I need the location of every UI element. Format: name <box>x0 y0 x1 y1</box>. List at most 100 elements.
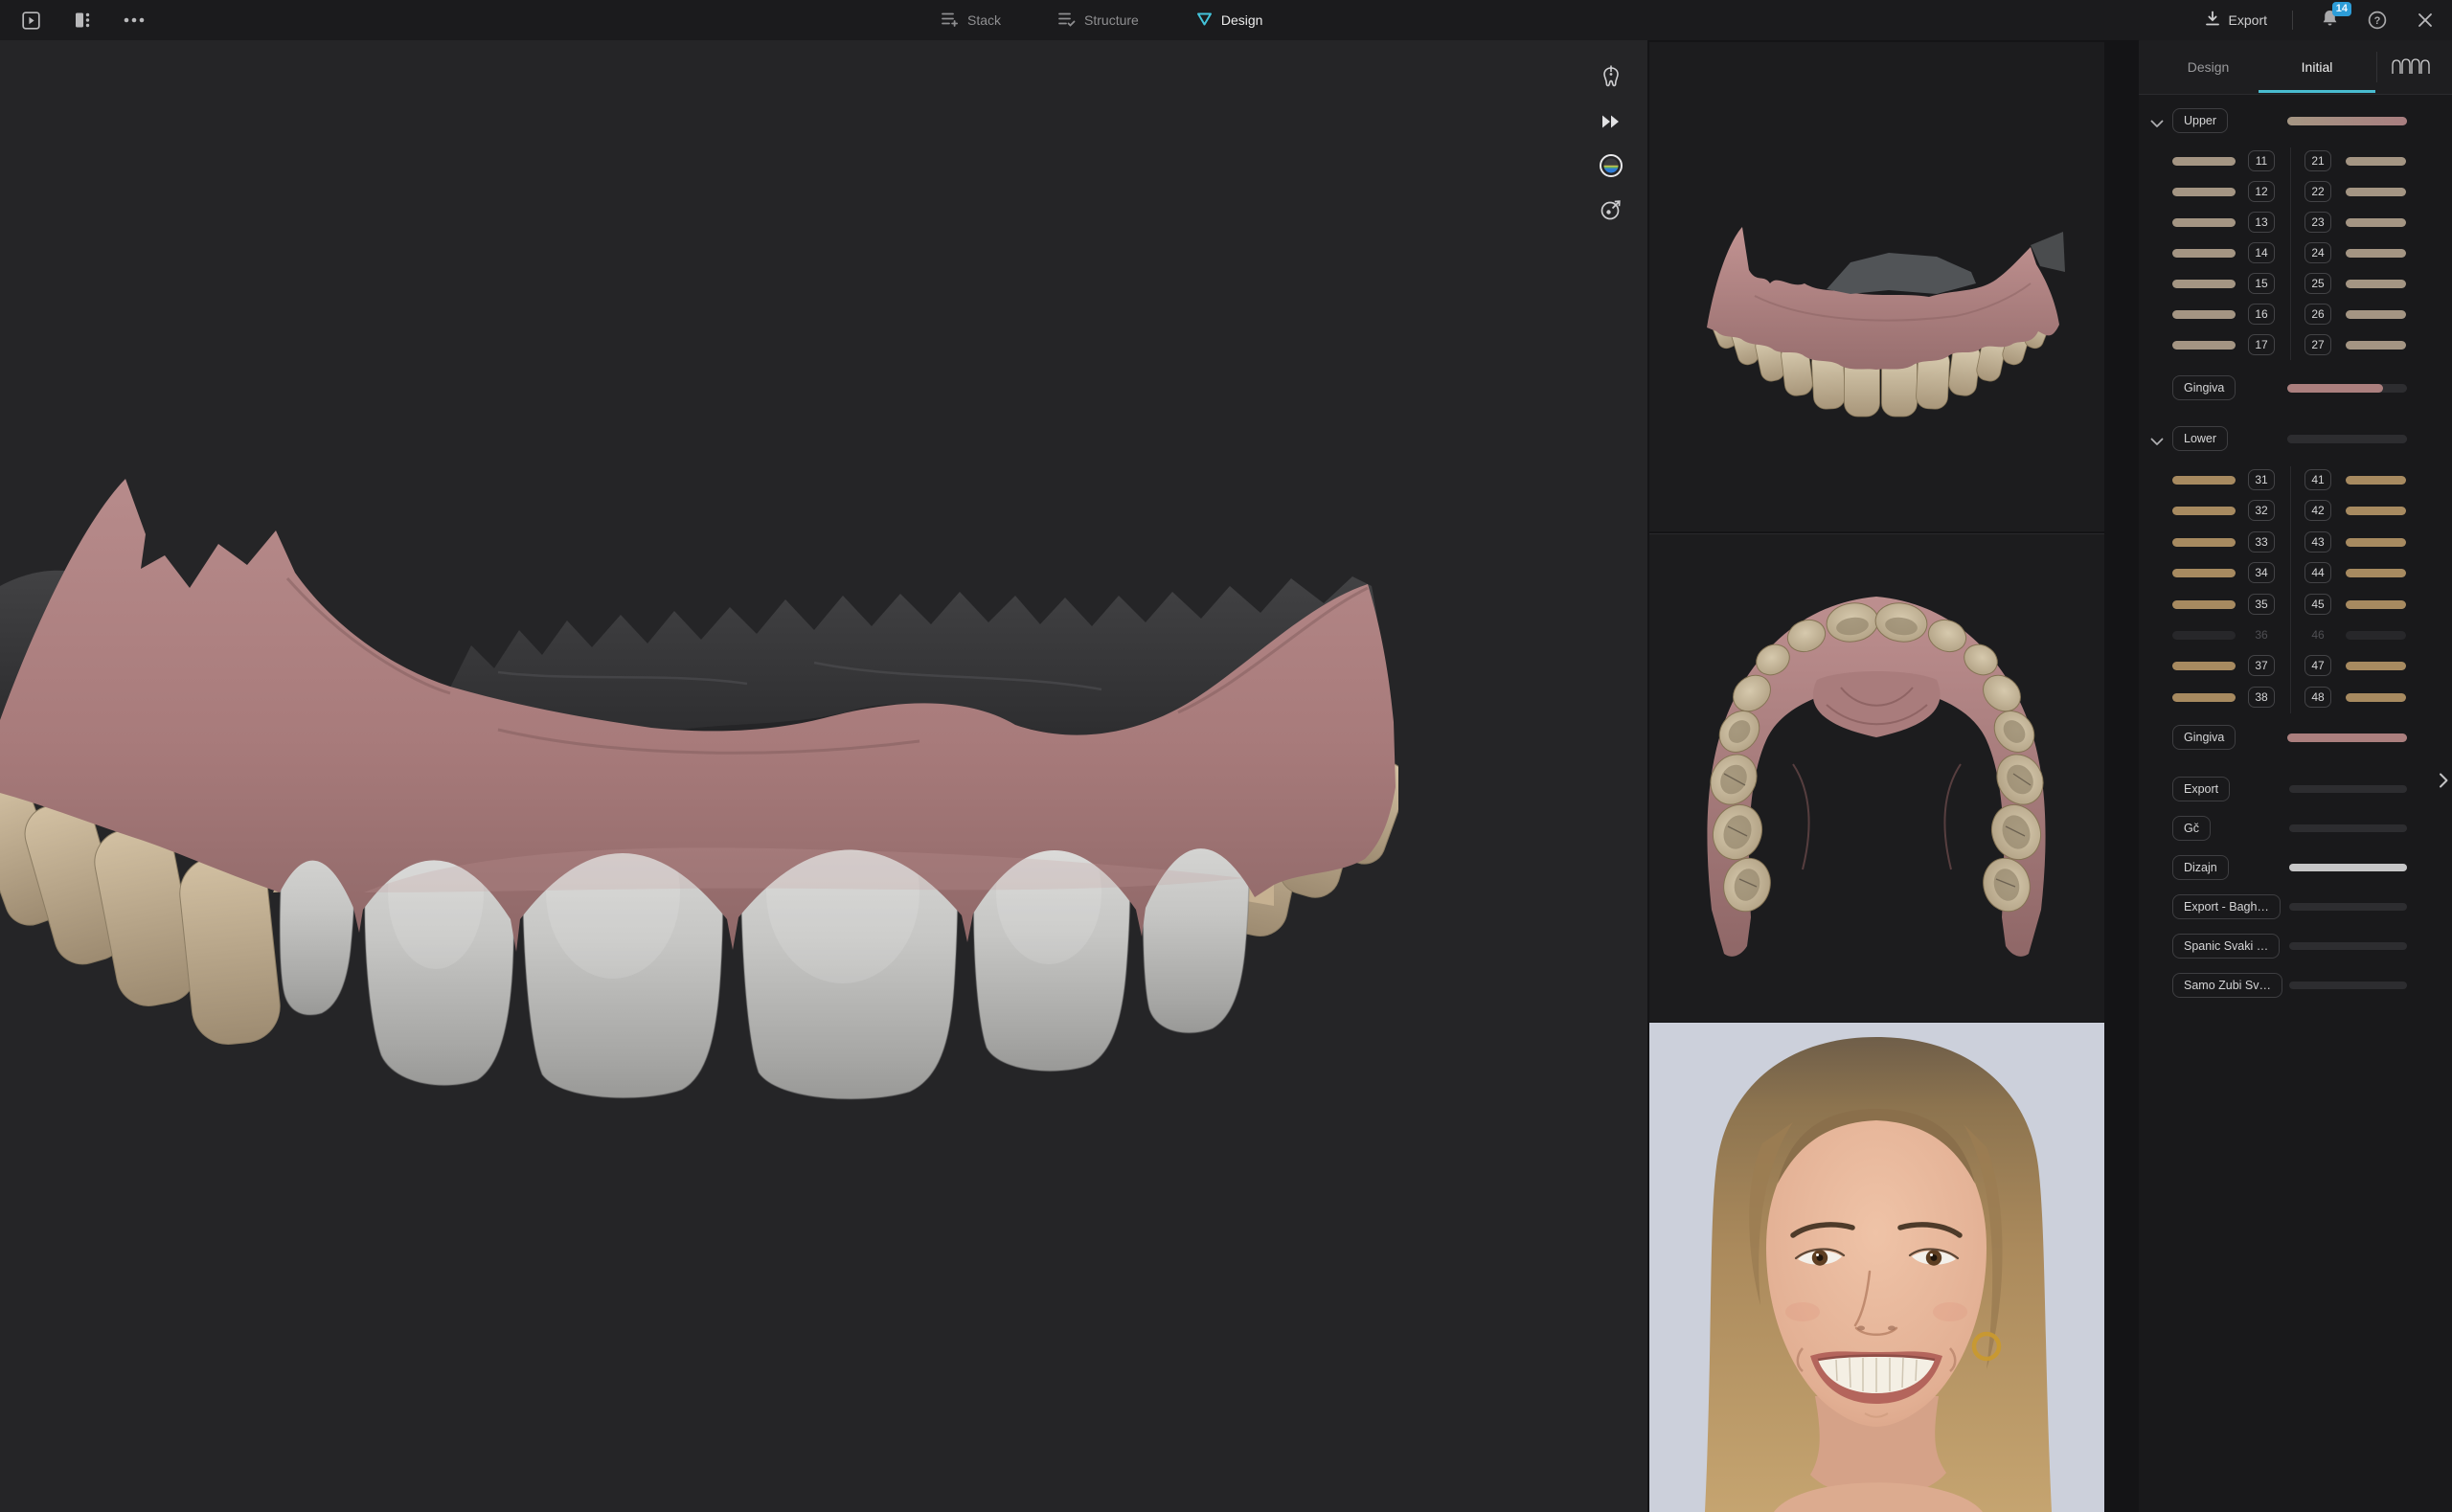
tooth-badge-26[interactable]: 26 <box>2304 304 2331 325</box>
tooth-slider-14[interactable] <box>2172 249 2236 258</box>
tooth-slider-35[interactable] <box>2172 600 2236 609</box>
preview-occlusal[interactable] <box>1649 533 2104 1022</box>
tooth-badge-42[interactable]: 42 <box>2304 500 2331 521</box>
tooth-badge-32[interactable]: 32 <box>2248 500 2275 521</box>
preset-button-spanic-svaki[interactable]: Spanic Svaki … <box>2172 934 2280 959</box>
preset-button-dizajn[interactable]: Dizajn <box>2172 855 2229 880</box>
preset-button-samo-zubi-sv[interactable]: Samo Zubi Sv… <box>2172 973 2282 998</box>
preset-slider-spanic-svaki[interactable] <box>2289 942 2407 950</box>
tooth-badge-48[interactable]: 48 <box>2304 687 2331 708</box>
tooth-slider-15[interactable] <box>2172 280 2236 288</box>
tooth-slider-12[interactable] <box>2172 188 2236 196</box>
tab-design[interactable]: Design <box>1196 11 1263 30</box>
gingiva-button-lower[interactable]: Gingiva <box>2172 725 2236 750</box>
tooth-slider-37[interactable] <box>2172 662 2236 670</box>
tooth-badge-33[interactable]: 33 <box>2248 531 2275 553</box>
group-collapse-chevron-upper[interactable] <box>2150 116 2164 124</box>
tooth-badge-16[interactable]: 16 <box>2248 304 2275 325</box>
tooth-badge-12[interactable]: 12 <box>2248 181 2275 202</box>
gingiva-slider-upper[interactable] <box>2287 384 2407 393</box>
tooth-badge-14[interactable]: 14 <box>2248 242 2275 263</box>
tooth-slider-26[interactable] <box>2346 310 2406 319</box>
play-window-icon[interactable] <box>19 9 42 32</box>
tooth-slider-25[interactable] <box>2346 280 2406 288</box>
fast-forward-icon[interactable] <box>1599 109 1623 134</box>
gingiva-slider-lower[interactable] <box>2287 733 2407 742</box>
tooth-slider-16[interactable] <box>2172 310 2236 319</box>
close-button[interactable] <box>2414 9 2437 32</box>
tooth-slider-34[interactable] <box>2172 569 2236 577</box>
tooth-slider-45[interactable] <box>2346 600 2406 609</box>
tooth-slider-27[interactable] <box>2346 341 2406 350</box>
tooth-badge-31[interactable]: 31 <box>2248 469 2275 490</box>
preview-upper-front[interactable] <box>1649 42 2104 531</box>
preset-slider-g[interactable] <box>2289 824 2407 832</box>
tooth-slider-41[interactable] <box>2346 476 2406 485</box>
tooth-slider-22[interactable] <box>2346 188 2406 196</box>
tooth-badge-17[interactable]: 17 <box>2248 334 2275 355</box>
group-slider-upper[interactable] <box>2287 117 2407 125</box>
tooth-slider-36[interactable] <box>2172 631 2236 640</box>
teeth-arch-icon[interactable] <box>2390 54 2432 80</box>
panel-expand-chevron[interactable] <box>2436 770 2451 791</box>
storyboard-icon[interactable] <box>71 9 94 32</box>
tooth-slider-44[interactable] <box>2346 569 2406 577</box>
gingiva-button-upper[interactable]: Gingiva <box>2172 375 2236 400</box>
main-3d-viewport[interactable] <box>0 40 1647 1512</box>
tooth-slider-32[interactable] <box>2172 507 2236 515</box>
preset-button-g[interactable]: Gč <box>2172 816 2211 841</box>
group-button-upper[interactable]: Upper <box>2172 108 2228 133</box>
tooth-slider-11[interactable] <box>2172 157 2236 166</box>
tooth-slider-23[interactable] <box>2346 218 2406 227</box>
tooth-badge-43[interactable]: 43 <box>2304 531 2331 553</box>
tooth-badge-13[interactable]: 13 <box>2248 212 2275 233</box>
tooth-badge-23[interactable]: 23 <box>2304 212 2331 233</box>
panel-tab-initial[interactable]: Initial <box>2259 40 2375 94</box>
tooth-badge-27[interactable]: 27 <box>2304 334 2331 355</box>
tooth-badge-25[interactable]: 25 <box>2304 273 2331 294</box>
tooth-badge-24[interactable]: 24 <box>2304 242 2331 263</box>
orbit-pointer-icon[interactable] <box>1599 197 1623 222</box>
more-options-icon[interactable] <box>123 9 146 32</box>
tooth-slider-38[interactable] <box>2172 693 2236 702</box>
tooth-badge-22[interactable]: 22 <box>2304 181 2331 202</box>
tooth-badge-47[interactable]: 47 <box>2304 655 2331 676</box>
tooth-slider-46[interactable] <box>2346 631 2406 640</box>
export-button[interactable]: Export <box>2205 11 2267 30</box>
tooth-badge-44[interactable]: 44 <box>2304 562 2331 583</box>
preset-slider-export-bagh[interactable] <box>2289 903 2407 911</box>
tooth-badge-15[interactable]: 15 <box>2248 273 2275 294</box>
tooth-slider-42[interactable] <box>2346 507 2406 515</box>
tooth-badge-34[interactable]: 34 <box>2248 562 2275 583</box>
tooth-badge-11[interactable]: 11 <box>2248 150 2275 171</box>
preset-slider-dizajn[interactable] <box>2289 864 2407 871</box>
group-button-lower[interactable]: Lower <box>2172 426 2228 451</box>
patient-photo[interactable] <box>1649 1023 2104 1512</box>
tooth-inspect-icon[interactable] <box>1599 65 1623 90</box>
tooth-slider-43[interactable] <box>2346 538 2406 547</box>
tooth-slider-17[interactable] <box>2172 341 2236 350</box>
preset-button-export[interactable]: Export <box>2172 777 2230 801</box>
tooth-slider-21[interactable] <box>2346 157 2406 166</box>
tooth-badge-21[interactable]: 21 <box>2304 150 2331 171</box>
tooth-badge-38[interactable]: 38 <box>2248 687 2275 708</box>
tooth-slider-33[interactable] <box>2172 538 2236 547</box>
tooth-badge-41[interactable]: 41 <box>2304 469 2331 490</box>
tooth-slider-47[interactable] <box>2346 662 2406 670</box>
help-button[interactable]: ? <box>2366 9 2389 32</box>
group-slider-lower[interactable] <box>2287 435 2407 443</box>
tab-structure[interactable]: Structure <box>1058 11 1139 30</box>
tooth-badge-35[interactable]: 35 <box>2248 594 2275 615</box>
group-collapse-chevron-lower[interactable] <box>2150 434 2164 442</box>
preset-slider-samo-zubi-sv[interactable] <box>2289 982 2407 989</box>
tab-stack[interactable]: Stack <box>942 11 1001 30</box>
tooth-slider-48[interactable] <box>2346 693 2406 702</box>
preset-button-export-bagh[interactable]: Export - Bagh… <box>2172 894 2281 919</box>
tooth-badge-37[interactable]: 37 <box>2248 655 2275 676</box>
preset-slider-export[interactable] <box>2289 785 2407 793</box>
tooth-badge-45[interactable]: 45 <box>2304 594 2331 615</box>
tooth-slider-13[interactable] <box>2172 218 2236 227</box>
color-mode-icon[interactable] <box>1599 153 1623 178</box>
tooth-slider-24[interactable] <box>2346 249 2406 258</box>
tooth-slider-31[interactable] <box>2172 476 2236 485</box>
